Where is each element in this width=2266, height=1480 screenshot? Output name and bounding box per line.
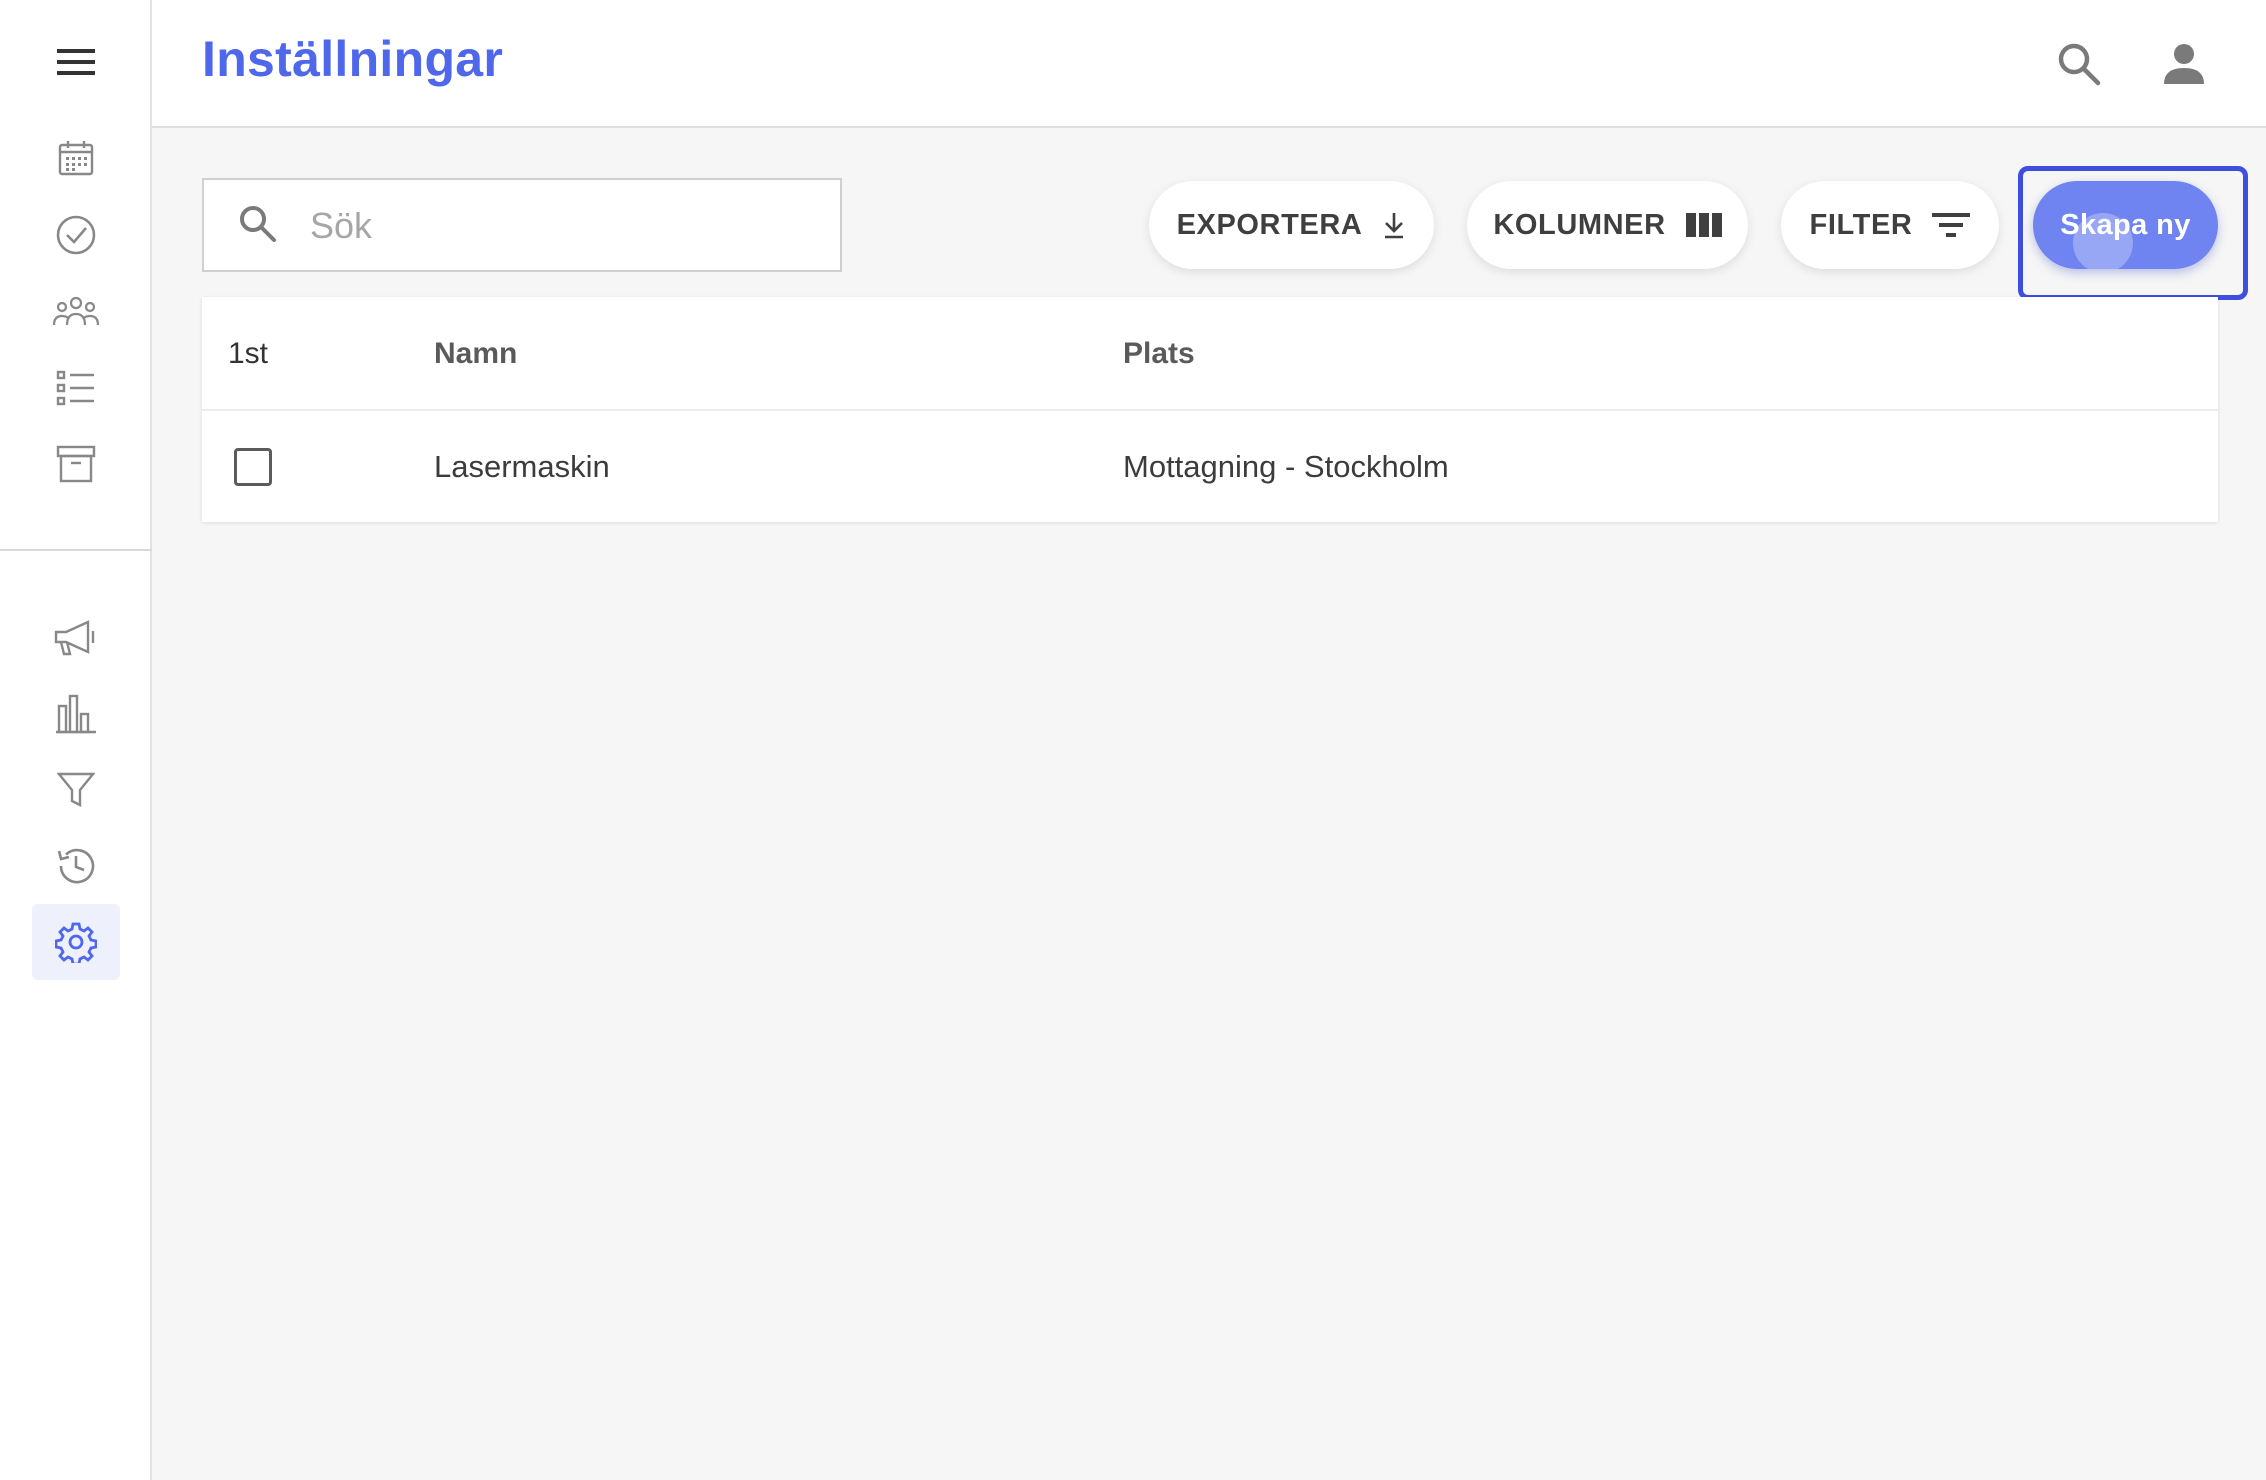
- cell-place: Mottagning - Stockholm: [1123, 449, 1449, 484]
- search-input[interactable]: [308, 194, 822, 258]
- user-icon: [2164, 44, 2204, 84]
- export-button[interactable]: EXPORTERA: [1149, 181, 1434, 269]
- sidebar-item-tasks[interactable]: [32, 197, 120, 273]
- row-count-label: 1st: [228, 337, 269, 370]
- sidebar-item-list[interactable]: [32, 350, 120, 426]
- column-header-place[interactable]: Plats: [1123, 337, 1195, 371]
- view-column-icon: [1685, 213, 1722, 237]
- create-new-button-label: Skapa ny: [2060, 208, 2191, 241]
- group-icon: [53, 296, 99, 326]
- check-circle-icon: [56, 215, 96, 255]
- history-icon: [57, 848, 95, 884]
- search-icon: [238, 204, 278, 249]
- sidebar-item-groups[interactable]: [32, 274, 120, 350]
- settings-icon: [55, 922, 97, 963]
- export-button-label: EXPORTERA: [1176, 208, 1363, 241]
- table-header: 1st Namn Plats: [202, 297, 2218, 411]
- calendar-icon: [58, 141, 94, 176]
- user-account-button[interactable]: [2152, 32, 2216, 96]
- top-bar: Inställningar: [152, 0, 2266, 128]
- sidebar: [0, 0, 152, 1480]
- download-icon: [1385, 213, 1404, 239]
- bar-chart-icon: [56, 694, 96, 734]
- sidebar-item-campaigns[interactable]: [32, 600, 120, 676]
- columns-button-label: KOLUMNER: [1493, 208, 1666, 241]
- sidebar-divider: [0, 549, 152, 551]
- hamburger-menu-icon: [57, 49, 95, 75]
- sidebar-item-statistics[interactable]: [32, 676, 120, 752]
- funnel-icon: [57, 772, 95, 807]
- cell-name: Lasermaskin: [434, 449, 610, 484]
- archive-icon: [56, 445, 96, 483]
- sidebar-item-archive[interactable]: [32, 426, 120, 502]
- list-icon: [56, 370, 94, 406]
- table-row[interactable]: Lasermaskin Mottagning - Stockholm: [202, 411, 2218, 522]
- create-new-button[interactable]: Skapa ny: [2033, 181, 2218, 269]
- search-icon: [2058, 43, 2101, 86]
- header-search-button[interactable]: [2047, 32, 2111, 96]
- data-table: 1st Namn Plats Lasermaskin Mottagning - …: [202, 297, 2218, 522]
- filter-button-label: FILTER: [1809, 208, 1913, 241]
- column-header-name[interactable]: Namn: [434, 337, 517, 371]
- menu-button[interactable]: [46, 38, 106, 86]
- row-checkbox[interactable]: [234, 448, 272, 486]
- filter-button[interactable]: FILTER: [1781, 181, 1999, 269]
- filter-lines-icon: [1932, 213, 1971, 237]
- sidebar-item-settings[interactable]: [32, 904, 120, 980]
- search-box[interactable]: [202, 178, 842, 272]
- sidebar-item-filter[interactable]: [32, 752, 120, 828]
- megaphone-icon: [54, 620, 95, 656]
- page-title: Inställningar: [202, 31, 504, 87]
- sidebar-item-calendar[interactable]: [32, 120, 120, 196]
- columns-button[interactable]: KOLUMNER: [1467, 181, 1748, 269]
- sidebar-item-history[interactable]: [32, 828, 120, 904]
